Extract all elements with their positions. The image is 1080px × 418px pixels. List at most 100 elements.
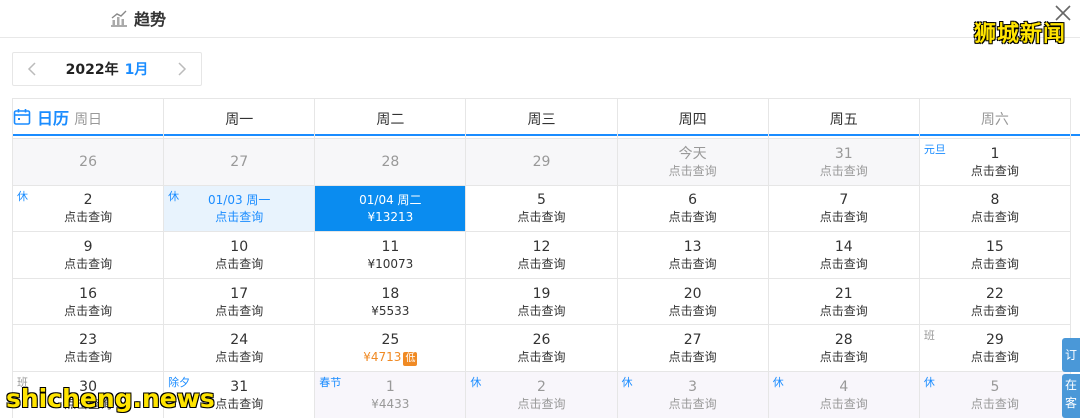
calendar-day-cell[interactable]: 11 ¥10073 <box>315 232 467 279</box>
calendar-day-cell[interactable]: 21 点击查询 <box>768 278 920 326</box>
holiday-tag: 休 <box>168 189 180 203</box>
day-price: ¥5533 <box>371 303 409 319</box>
day-number: 7 <box>839 192 849 209</box>
day-number: 25 <box>381 331 400 348</box>
calendar-day-cell[interactable]: 8 点击查询 <box>919 185 1071 233</box>
day-number: 12 <box>532 238 551 255</box>
calendar-day-cell[interactable]: 28 点击查询 <box>768 325 920 372</box>
day-query-link: 点击查询 <box>971 163 1019 179</box>
day-sub-text: 点击查询 <box>517 396 566 411</box>
lowest-price-badge: 低 <box>403 351 418 366</box>
calendar-day-cell[interactable]: 26 <box>13 139 165 186</box>
weekday-header-cell: 周三 <box>466 99 618 139</box>
calendar-day-cell[interactable]: 班 29 点击查询 <box>919 325 1071 372</box>
month-navigator: 2022年 1月 <box>12 52 202 86</box>
calendar-week-row: 26 27 28 29 今天 点击查询 31 点击查询 元旦 1 点击查询 <box>13 139 1071 186</box>
weekday-header-cell: 周四 <box>617 99 769 139</box>
day-sub-text: ¥13213 <box>367 210 414 225</box>
day-number: 27 <box>230 153 249 170</box>
day-sub-text: 点击查询 <box>668 256 717 271</box>
calendar-day-cell[interactable]: 9 点击查询 <box>13 232 165 279</box>
next-month-button[interactable] <box>163 53 201 85</box>
day-query-link: 点击查询 <box>669 396 717 412</box>
calendar-week-row: 23 点击查询 24 点击查询 25 ¥4713 低 26 点击查询 27 点击查询 28 点击查询班 2… <box>13 325 1071 372</box>
calendar-day-cell[interactable]: 18 ¥5533 <box>315 278 467 326</box>
calendar-day-cell[interactable]: 29 <box>466 139 618 186</box>
side-float-button-book[interactable]: 订 <box>1062 338 1080 372</box>
weekday-header-cell: 周六 <box>919 99 1071 139</box>
day-number: 14 <box>834 238 853 255</box>
calendar-day-cell[interactable]: 31 点击查询 <box>768 139 920 186</box>
day-query-link: 点击查询 <box>971 349 1019 365</box>
calendar-day-cell[interactable]: 14 点击查询 <box>768 232 920 279</box>
calendar-day-cell[interactable]: 28 <box>315 139 467 186</box>
side-float-button-service[interactable]: 在客 <box>1062 374 1080 418</box>
calendar-day-cell[interactable]: 元旦 1 点击查询 <box>919 139 1071 186</box>
weekday-header-cell: 周二 <box>315 99 467 139</box>
day-sub-text: ¥4713 <box>363 349 402 364</box>
day-sub-text: ¥10073 <box>367 256 414 271</box>
side-float-label: 订 <box>1064 348 1077 362</box>
calendar-day-cell[interactable]: 今天 点击查询 <box>617 139 769 186</box>
day-number: 17 <box>230 285 249 302</box>
day-number: 28 <box>381 153 400 170</box>
day-price: ¥10073 <box>367 256 413 272</box>
calendar-day-cell[interactable]: 休 4 点击查询 <box>768 371 920 418</box>
day-number: 24 <box>230 332 249 349</box>
calendar-day-cell[interactable]: 20 点击查询 <box>617 278 769 326</box>
calendar-day-cell[interactable]: 休 5 点击查询 <box>919 371 1071 418</box>
day-query-link: 点击查询 <box>517 209 565 225</box>
calendar-day-cell[interactable]: 23 点击查询 <box>13 325 165 372</box>
tab-trend[interactable]: 趋势 <box>110 0 166 36</box>
calendar-day-cell[interactable]: 12 点击查询 <box>466 232 618 279</box>
day-sub-text: 点击查询 <box>819 303 868 318</box>
prev-month-button[interactable] <box>13 53 51 85</box>
calendar-day-cell[interactable]: 19 点击查询 <box>466 278 618 326</box>
day-query-link: 点击查询 <box>971 396 1019 412</box>
calendar-day-cell[interactable]: 17 点击查询 <box>164 278 316 326</box>
day-number: 19 <box>532 285 551 302</box>
day-number: 3 <box>688 378 698 395</box>
day-number: 2 <box>83 192 93 209</box>
calendar-day-cell[interactable]: 24 点击查询 <box>164 325 316 372</box>
calendar-day-cell[interactable]: 10 点击查询 <box>164 232 316 279</box>
calendar-day-cell[interactable]: 休 2 点击查询 <box>466 371 618 418</box>
day-sub-text: 点击查询 <box>970 396 1019 411</box>
calendar-day-cell[interactable]: 01/04 周二 ¥13213 <box>315 185 467 233</box>
calendar-day-cell[interactable]: 7 点击查询 <box>768 185 920 233</box>
calendar-grid: 周日 周一 周二 周三 周四 周五 周六 26 27 28 29 今天 点击查询 31 点击查询 元旦 1 点击… <box>12 98 1071 418</box>
day-query-link: 点击查询 <box>669 349 717 365</box>
calendar-day-cell[interactable]: 16 点击查询 <box>13 278 165 326</box>
chevron-left-icon <box>27 62 36 76</box>
calendar-day-cell[interactable]: 休 01/03 周一 点击查询 <box>164 185 316 233</box>
day-number: 10 <box>230 238 249 255</box>
calendar-day-cell[interactable]: 22 点击查询 <box>919 278 1071 326</box>
day-sub-text: 点击查询 <box>970 303 1019 318</box>
day-number: 31 <box>230 378 249 395</box>
day-sub-text: 点击查询 <box>215 396 264 411</box>
calendar-day-cell[interactable]: 13 点击查询 <box>617 232 769 279</box>
weekday-header-cell: 周五 <box>768 99 920 139</box>
calendar-day-cell[interactable]: 6 点击查询 <box>617 185 769 233</box>
day-query-link: 点击查询 <box>215 349 263 365</box>
calendar-day-cell[interactable]: 休 2 点击查询 <box>13 185 165 233</box>
calendar-day-cell[interactable]: 26 点击查询 <box>466 325 618 372</box>
calendar-day-cell[interactable]: 25 ¥4713 低 <box>315 325 467 372</box>
calendar-week-row: 9 点击查询 10 点击查询 11 ¥10073 12 点击查询 13 点击查询 14 点击查询 15 点… <box>13 232 1071 279</box>
holiday-tag: 休 <box>772 375 784 389</box>
calendar-day-cell[interactable]: 休 3 点击查询 <box>617 371 769 418</box>
day-sub-text: 点击查询 <box>970 350 1019 365</box>
day-query-link: 点击查询 <box>215 209 263 225</box>
calendar-day-cell[interactable]: 15 点击查询 <box>919 232 1071 279</box>
day-sub-text: 点击查询 <box>819 256 868 271</box>
calendar-day-cell[interactable]: 27 点击查询 <box>617 325 769 372</box>
calendar-day-cell[interactable]: 27 <box>164 139 316 186</box>
day-number: 9 <box>83 238 93 255</box>
calendar-day-cell[interactable]: 春节 1 ¥4433 <box>315 371 467 418</box>
day-sub-text: 点击查询 <box>668 163 717 178</box>
day-query-link: 点击查询 <box>820 349 868 365</box>
day-query-link: 点击查询 <box>64 303 112 319</box>
calendar-day-cell[interactable]: 5 点击查询 <box>466 185 618 233</box>
day-number: 今天 <box>678 145 707 162</box>
workday-tag: 班 <box>923 329 935 343</box>
